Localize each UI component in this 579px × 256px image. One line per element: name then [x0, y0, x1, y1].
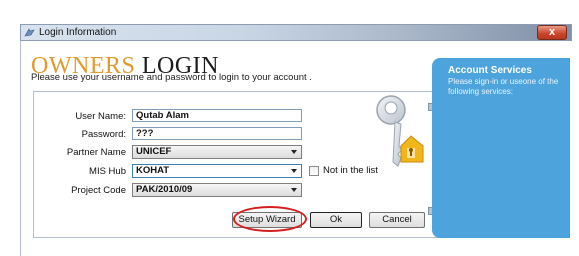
project-code-select[interactable]: PAK/2010/09 [132, 183, 302, 197]
close-button[interactable]: x [537, 25, 567, 40]
app-icon [24, 28, 35, 37]
highlight-circle [233, 206, 307, 232]
ok-button[interactable]: Ok [310, 212, 362, 228]
account-services-title: Account Services [448, 65, 532, 76]
title-bar: Login Information x [20, 24, 572, 41]
password-label: Password: [81, 129, 126, 140]
mis-hub-label: MIS Hub [89, 166, 126, 177]
username-field[interactable]: Qutab Alam [132, 109, 302, 122]
chevron-down-icon [291, 150, 297, 154]
password-field[interactable]: ??? [132, 127, 302, 140]
partner-name-label: Partner Name [66, 147, 126, 158]
username-label: User Name: [75, 111, 126, 122]
account-services-panel: Account Services Please sign-in or useon… [432, 58, 570, 238]
window-title: Login Information [39, 27, 117, 38]
chevron-down-icon [291, 188, 297, 192]
key-icon [376, 95, 424, 167]
project-code-value: PAK/2010/09 [136, 184, 193, 195]
cancel-button[interactable]: Cancel [369, 212, 425, 228]
page-subtitle: Please use your username and password to… [31, 72, 312, 83]
mis-hub-value: KOHAT [136, 165, 170, 176]
house-tag-icon [400, 135, 424, 163]
partner-name-select[interactable]: UNICEF [132, 145, 302, 159]
chevron-down-icon [291, 169, 297, 173]
project-code-label: Project Code [71, 185, 126, 196]
account-services-text: Please sign-in or useone of the followin… [448, 77, 559, 96]
not-in-list-checkbox[interactable] [309, 166, 319, 176]
mis-hub-select[interactable]: KOHAT [132, 164, 302, 178]
partner-name-value: UNICEF [136, 146, 172, 157]
